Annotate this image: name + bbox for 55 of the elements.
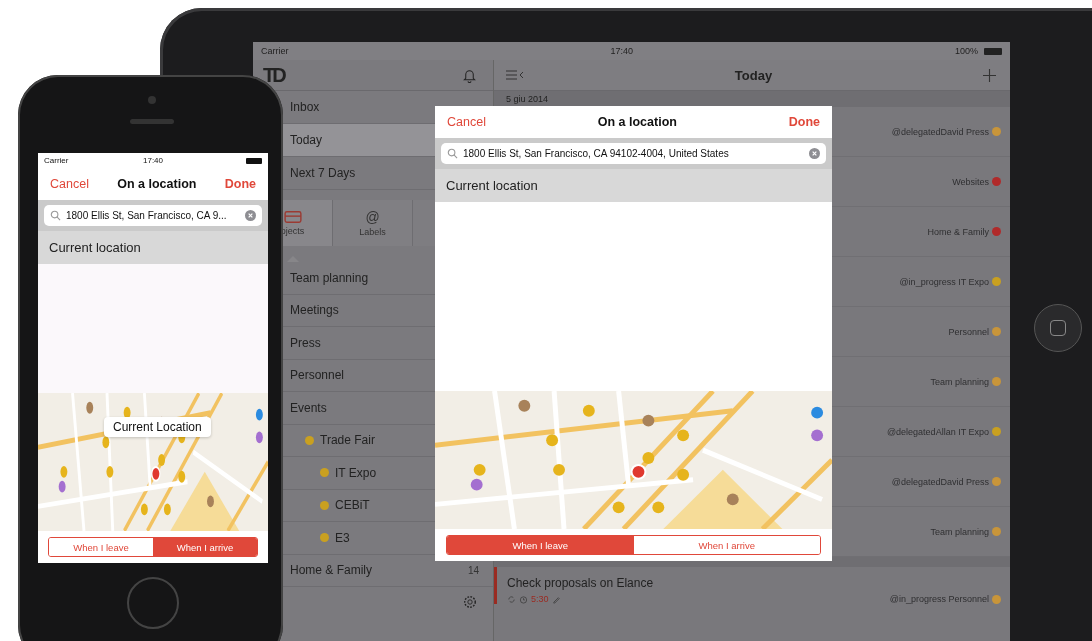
main-title: Today [734, 67, 773, 83]
current-location-row[interactable]: Current location [38, 231, 268, 264]
segment-button[interactable]: When I leave [447, 536, 634, 554]
note-icon [551, 594, 561, 604]
task-title: Check proposals on Elance [507, 576, 654, 590]
task-label: Home & Family [927, 226, 989, 237]
home-button[interactable] [1034, 304, 1082, 352]
dialog-title: On a location [117, 177, 197, 191]
segment-button[interactable]: When I arrive [153, 538, 257, 556]
search-icon [447, 148, 458, 159]
status-time: 17:40 [142, 156, 164, 165]
map-drawing[interactable] [38, 393, 268, 531]
task-row[interactable]: Check proposals on Elance 5:30 @in_progress Personnel [494, 567, 1010, 604]
home-button[interactable] [127, 577, 179, 629]
current-location-row[interactable]: Current location [435, 169, 832, 202]
carrier-label: Carrier [261, 46, 289, 56]
speaker-slot [130, 119, 174, 124]
camera-lens [148, 96, 156, 104]
sidebar-tab[interactable]: @ Labels [333, 200, 413, 246]
search-field[interactable]: 1800 Ellis St, San Francisco, CA 9... [44, 205, 262, 226]
settings-icon[interactable] [463, 595, 477, 609]
task-label: @delegatedDavid Press [891, 126, 989, 137]
done-button[interactable]: Done [224, 177, 256, 191]
alarm-icon [519, 594, 528, 604]
task-label: Personnel [948, 326, 989, 337]
search-field[interactable]: 1800 Ellis St, San Francisco, CA 94102-4004, United States [441, 143, 826, 164]
dialog-title: On a location [597, 115, 677, 129]
task-label: Team planning [930, 376, 989, 387]
status-time: 17:40 [609, 46, 634, 56]
task-label: @in_progress Personnel [889, 594, 989, 604]
repeat-icon [507, 594, 516, 604]
task-label: Team planning [930, 526, 989, 537]
app-logo: TD [263, 63, 284, 87]
battery-label: 100% [954, 46, 978, 56]
folder-stack-icon [283, 210, 302, 224]
cancel-button[interactable]: Cancel [50, 177, 89, 191]
map-drawing[interactable] [435, 391, 832, 529]
project-count: 14 [467, 564, 479, 576]
task-label: @in_progress IT Expo [899, 276, 989, 287]
carrier-label: Carrier [44, 156, 70, 165]
bell-icon[interactable] [462, 67, 477, 83]
menu-icon[interactable] [506, 70, 524, 80]
battery-icon [984, 47, 1002, 55]
clear-icon[interactable] [245, 210, 256, 221]
search-icon [50, 210, 61, 221]
at-sign-icon: @ [365, 209, 380, 225]
done-button[interactable]: Done [788, 115, 820, 129]
add-icon[interactable] [983, 68, 996, 82]
task-label: @delegatedAllan IT Expo [886, 426, 989, 437]
task-time: 5:30 [531, 594, 549, 604]
map-callout: Current Location [104, 417, 211, 437]
task-label: Websites [952, 176, 989, 187]
task-label: @delegatedDavid Press [891, 476, 989, 487]
date-header: 5 giu 2014 [506, 94, 549, 104]
clear-icon[interactable] [809, 148, 820, 159]
